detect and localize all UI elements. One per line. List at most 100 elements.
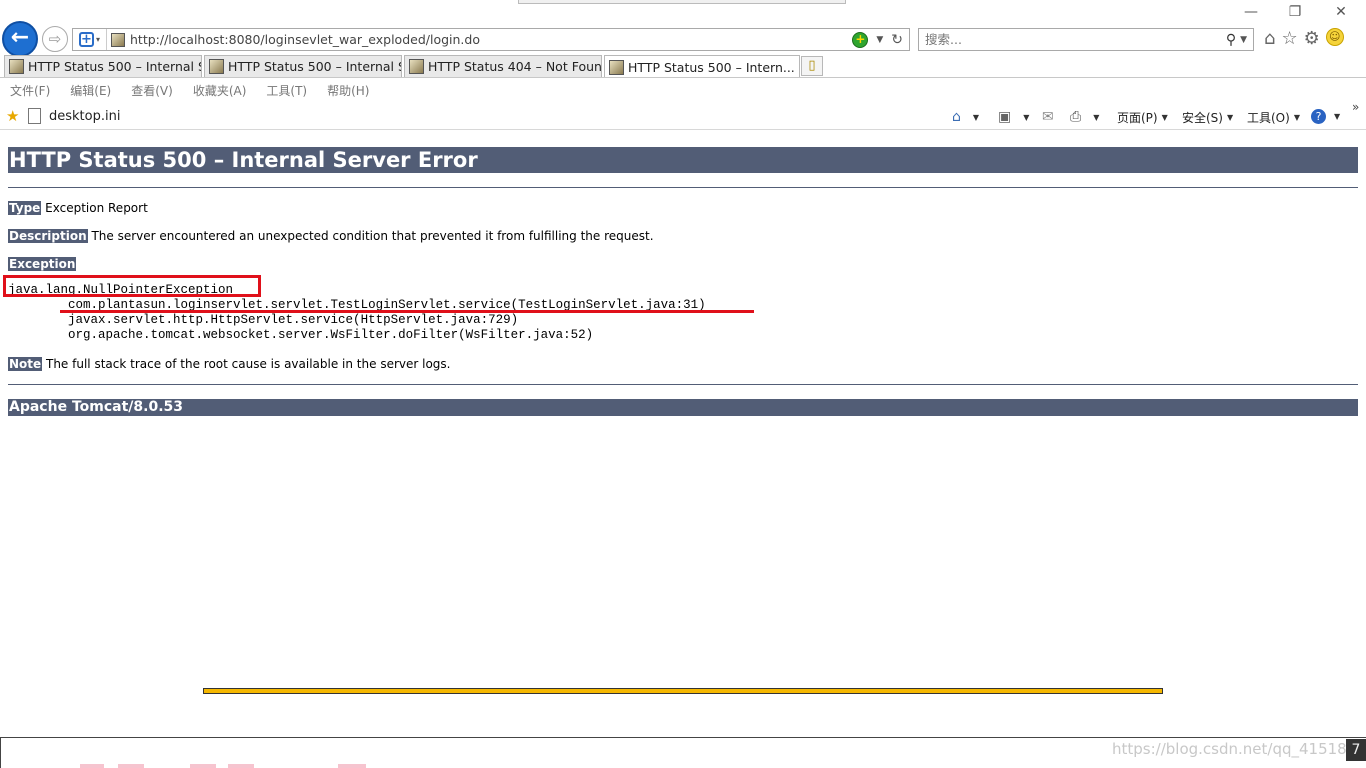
pink-artifact xyxy=(338,764,366,768)
tab-1[interactable]: HTTP Status 500 – Internal S... xyxy=(4,55,202,77)
page-menu-label: 页面(P) xyxy=(1117,111,1158,125)
menu-file[interactable]: 文件(F) xyxy=(0,79,60,101)
home-command-button[interactable]: ⌂ ▼ xyxy=(952,109,979,125)
page-title: HTTP Status 500 – Internal Server Error xyxy=(8,147,1358,173)
url-text[interactable]: http://localhost:8080/loginsevlet_war_ex… xyxy=(130,32,852,47)
search-icon[interactable]: ⚲ xyxy=(1226,32,1236,48)
annotation-highlight-box xyxy=(3,275,261,297)
feeds-command-button[interactable]: ▣ ▼ xyxy=(998,109,1029,125)
notification-bar-edge xyxy=(203,688,1163,694)
divider xyxy=(8,384,1358,385)
home-icon: ⌂ xyxy=(952,109,961,125)
address-bar[interactable]: + ▾ http://localhost:8080/loginsevlet_war… xyxy=(72,28,910,51)
favorites-star-icon[interactable]: ☆ xyxy=(1281,28,1297,49)
menu-bar: 文件(F) 编辑(E) 查看(V) 收藏夹(A) 工具(T) 帮助(H) xyxy=(0,79,379,101)
favorite-label: desktop.ini xyxy=(49,108,121,124)
chevron-down-icon: ▼ xyxy=(1334,112,1341,121)
help-command-button[interactable]: ? ▼ xyxy=(1311,109,1340,124)
note-row: Note The full stack trace of the root ca… xyxy=(8,357,1358,372)
tab-strip: HTTP Status 500 – Internal S... HTTP Sta… xyxy=(0,55,1366,78)
minimize-button[interactable]: — xyxy=(1236,4,1266,20)
print-command-button[interactable]: ⎙ ▼ xyxy=(1070,109,1099,125)
note-value: The full stack trace of the root cause i… xyxy=(46,357,451,371)
gear-icon[interactable]: ⚙ xyxy=(1304,28,1320,49)
tab-divider xyxy=(0,77,1366,78)
corner-number: 7 xyxy=(1346,739,1366,761)
chevron-down-icon: ▼ xyxy=(1226,113,1234,122)
restore-button[interactable]: ❐ xyxy=(1280,4,1310,20)
document-icon xyxy=(28,108,41,124)
tab-label: HTTP Status 500 – Internal S... xyxy=(28,59,202,74)
title-bar-fragment xyxy=(518,0,846,4)
printer-icon: ⎙ xyxy=(1070,109,1082,125)
forward-button[interactable]: ⇨ xyxy=(42,26,68,52)
add-favorites-star-icon[interactable]: ★ xyxy=(6,107,19,125)
mail-icon: ✉ xyxy=(1042,109,1054,125)
description-label: Description xyxy=(8,229,88,243)
mail-command-button[interactable]: ✉ xyxy=(1042,109,1062,125)
menu-edit[interactable]: 编辑(E) xyxy=(60,79,121,101)
tab-3[interactable]: HTTP Status 404 – Not Found xyxy=(404,55,602,77)
rss-feed-icon: ▣ xyxy=(998,109,1012,125)
search-input[interactable] xyxy=(925,32,1226,47)
safety-menu-label: 安全(S) xyxy=(1182,111,1223,125)
tab-4-active[interactable]: HTTP Status 500 – Intern...✕ xyxy=(604,55,800,78)
forward-arrow-icon: ⇨ xyxy=(48,30,62,48)
description-row: Description The server encountered an un… xyxy=(8,229,1358,244)
page-favicon-icon xyxy=(111,32,125,47)
search-dropdown-icon[interactable]: ▼ xyxy=(1240,35,1247,45)
tab-label: HTTP Status 404 – Not Found xyxy=(428,59,602,74)
chevron-down-icon: ▼ xyxy=(972,112,980,122)
refresh-icon[interactable]: ↻ xyxy=(891,32,903,48)
menu-view[interactable]: 查看(V) xyxy=(121,79,183,101)
feedback-smiley-icon[interactable]: ☺ xyxy=(1325,28,1344,46)
type-value: Exception Report xyxy=(45,201,148,215)
stack-line: javax.servlet.http.HttpServlet.service(H… xyxy=(8,313,519,327)
tab-2[interactable]: HTTP Status 500 – Internal S... xyxy=(204,55,402,77)
close-window-button[interactable]: ✕ xyxy=(1326,4,1356,20)
compatibility-view-icon[interactable]: + xyxy=(852,31,869,48)
page-menu-button[interactable]: 页面(P) ▼ xyxy=(1117,109,1168,126)
pink-artifact xyxy=(118,764,144,768)
search-box[interactable]: ⚲ ▼ xyxy=(918,28,1254,51)
menu-tools[interactable]: 工具(T) xyxy=(256,79,317,101)
new-tab-button[interactable]: ▯ xyxy=(801,56,823,76)
pink-artifact xyxy=(190,764,216,768)
tools-menu-button[interactable]: 工具(O) ▼ xyxy=(1247,109,1300,126)
back-button[interactable]: ← xyxy=(2,21,38,57)
exception-row: Exception xyxy=(8,257,1358,272)
server-footer: Apache Tomcat/8.0.53 xyxy=(8,399,1358,416)
type-label: Type xyxy=(8,201,42,215)
shield-plus-icon: + xyxy=(78,32,94,47)
chevron-down-icon: ▼ xyxy=(1093,112,1100,122)
favorite-link-desktop-ini[interactable]: desktop.ini xyxy=(28,108,120,124)
home-icon[interactable]: ⌂ xyxy=(1264,28,1275,49)
chevron-down-icon: ▼ xyxy=(1293,113,1300,122)
tools-menu-label: 工具(O) xyxy=(1247,111,1290,125)
description-value: The server encountered an unexpected con… xyxy=(91,229,654,243)
tab-label: HTTP Status 500 – Internal S... xyxy=(228,59,402,74)
divider xyxy=(8,187,1358,188)
menu-favorites[interactable]: 收藏夹(A) xyxy=(183,79,257,101)
tab-favicon-icon xyxy=(9,59,24,74)
type-row: Type Exception Report xyxy=(8,201,1358,216)
chrome-toolbar: ⌂ ☆ ⚙ ☺ xyxy=(1264,28,1344,49)
tab-favicon-icon xyxy=(209,59,224,74)
safety-menu-button[interactable]: 安全(S) ▼ xyxy=(1182,109,1233,126)
back-arrow-icon: ← xyxy=(10,25,30,50)
toolbar-overflow-chevron-icon[interactable]: » xyxy=(1352,100,1359,114)
menu-help[interactable]: 帮助(H) xyxy=(317,79,379,101)
site-security-button[interactable]: + ▾ xyxy=(73,29,107,50)
favorites-bar: ★ desktop.ini ⌂ ▼ ▣ ▼ ✉ ⎙ ▼ 页面(P) ▼ 安全(S) ▼ 工… xyxy=(0,103,1366,130)
tab-label: HTTP Status 500 – Intern... xyxy=(628,59,795,75)
chevron-down-icon: ▼ xyxy=(1023,112,1030,122)
note-label: Note xyxy=(8,357,43,371)
address-dropdown-icon[interactable]: ▼ xyxy=(876,35,883,45)
chevron-down-icon: ▾ xyxy=(95,35,100,44)
chevron-down-icon: ▼ xyxy=(1161,113,1168,122)
stack-line: org.apache.tomcat.websocket.server.WsFil… xyxy=(8,328,594,342)
watermark-text: https://blog.csdn.net/qq_4151859 xyxy=(1112,740,1366,758)
tab-favicon-icon xyxy=(409,59,424,74)
pink-artifact xyxy=(228,764,254,768)
pink-artifact xyxy=(80,764,104,768)
